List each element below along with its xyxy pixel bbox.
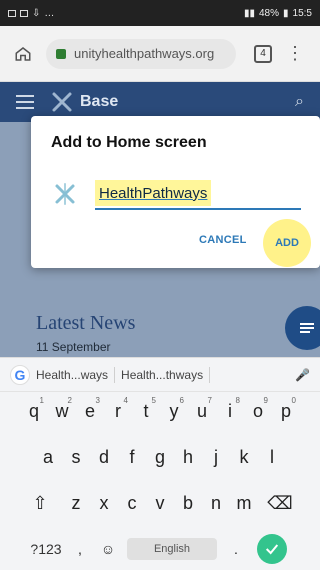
key-v[interactable]: v: [146, 486, 174, 520]
key-number-hint: 3: [95, 396, 100, 405]
key-q[interactable]: q1: [20, 394, 48, 428]
key-l[interactable]: l: [258, 440, 286, 474]
key-x[interactable]: x: [90, 486, 118, 520]
hamburger-icon[interactable]: [16, 95, 34, 109]
tab-switcher-button[interactable]: 4: [254, 44, 272, 63]
lock-icon: [56, 48, 66, 59]
url-text: unityhealthpathways.org: [74, 46, 215, 61]
shortcut-name-field[interactable]: HealthPathways: [95, 178, 301, 210]
battery-percent: 48%: [259, 7, 280, 19]
menu-icon[interactable]: ⋮: [286, 43, 304, 64]
check-icon: [257, 534, 287, 564]
key-j[interactable]: j: [202, 440, 230, 474]
enter-key[interactable]: [250, 532, 294, 566]
key-y[interactable]: y6: [160, 394, 188, 428]
add-to-home-dialog: Add to Home screen HealthPathways CANCEL…: [31, 116, 320, 268]
key-number-hint: 5: [151, 396, 156, 405]
key-number-hint: 7: [207, 396, 212, 405]
soft-keyboard: G Health...ways Health...thways 🎤 q1w2e3…: [0, 357, 320, 570]
backspace-icon[interactable]: ⌫: [258, 486, 302, 520]
key-h[interactable]: h: [174, 440, 202, 474]
download-icon: ⇩: [32, 7, 41, 19]
key-label: t: [143, 400, 149, 421]
key-b[interactable]: b: [174, 486, 202, 520]
cancel-button[interactable]: CANCEL: [199, 234, 247, 246]
status-icons: ⇩ …: [8, 8, 54, 19]
app-shortcut-icon: [53, 182, 77, 206]
key-number-hint: 6: [179, 396, 184, 405]
comma-key[interactable]: ,: [66, 532, 94, 566]
key-label: y: [169, 400, 179, 421]
key-label: o: [252, 400, 263, 421]
key-s[interactable]: s: [62, 440, 90, 474]
key-a[interactable]: a: [34, 440, 62, 474]
shortcut-name-input[interactable]: HealthPathways: [95, 180, 212, 206]
shift-key[interactable]: ⇧: [18, 486, 62, 520]
search-icon[interactable]: ⌕: [295, 93, 304, 111]
key-o[interactable]: o9: [244, 394, 272, 428]
home-icon[interactable]: [10, 41, 36, 67]
browser-toolbar: unityhealthpathways.org 4 ⋮: [0, 26, 320, 82]
key-label: p: [280, 400, 291, 421]
divider: [114, 366, 116, 383]
key-n[interactable]: n: [202, 486, 230, 520]
key-number-hint: 8: [235, 396, 240, 405]
key-p[interactable]: p0: [272, 394, 300, 428]
key-f[interactable]: f: [118, 440, 146, 474]
status-bar: ⇩ … ▮▮ 48% ▮ 15:5: [0, 0, 320, 26]
key-label: w: [55, 400, 69, 421]
suggestion-item[interactable]: Health...ways: [36, 368, 108, 382]
keyboard-row-1: q1w2e3r4t5y6u7i8o9p0: [0, 392, 320, 430]
keyboard-row-4: ?123 , ☺ English .: [0, 530, 320, 568]
clock: 15:5: [292, 7, 312, 19]
emoji-key[interactable]: ☺: [94, 532, 122, 566]
address-bar[interactable]: unityhealthpathways.org: [46, 38, 236, 69]
key-z[interactable]: z: [62, 486, 90, 520]
suggestion-item[interactable]: Health...thways: [121, 368, 203, 382]
keyboard-row-2: asdfghjkl: [0, 438, 320, 476]
key-t[interactable]: t5: [132, 394, 160, 428]
divider: [209, 366, 211, 383]
space-key[interactable]: English: [122, 532, 222, 566]
latest-news-heading: Latest News: [36, 312, 136, 334]
google-icon[interactable]: G: [10, 364, 30, 385]
keyboard-row-3: ⇧ z x c v b n m ⌫: [0, 484, 320, 522]
key-m[interactable]: m: [230, 486, 258, 520]
healthpathways-logo-icon: [50, 90, 74, 114]
key-u[interactable]: u7: [188, 394, 216, 428]
period-key[interactable]: .: [222, 532, 250, 566]
space-label: English: [127, 538, 217, 560]
key-k[interactable]: k: [230, 440, 258, 474]
key-w[interactable]: w2: [48, 394, 76, 428]
key-number-hint: 2: [67, 396, 72, 405]
key-number-hint: 0: [291, 396, 296, 405]
key-number-hint: 1: [39, 396, 44, 405]
key-g[interactable]: g: [146, 440, 174, 474]
key-label: u: [196, 400, 207, 421]
key-d[interactable]: d: [90, 440, 118, 474]
signal-icon: ▮▮: [243, 7, 255, 19]
key-label: r: [115, 400, 121, 421]
key-label: e: [84, 400, 95, 421]
microphone-icon[interactable]: 🎤: [295, 368, 310, 382]
key-i[interactable]: i8: [216, 394, 244, 428]
key-c[interactable]: c: [118, 486, 146, 520]
key-number-hint: 9: [263, 396, 268, 405]
key-number-hint: 4: [123, 396, 128, 405]
suggestion-bar: G Health...ways Health...thways 🎤: [0, 358, 320, 392]
key-label: q: [28, 400, 39, 421]
battery-icon: ▮: [283, 7, 289, 19]
key-e[interactable]: e3: [76, 394, 104, 428]
site-title: Base: [80, 93, 119, 110]
symbols-key[interactable]: ?123: [26, 532, 66, 566]
image-icon: [20, 9, 28, 17]
more-icon: …: [44, 7, 55, 19]
news-date: 11 September: [36, 340, 111, 354]
add-button[interactable]: ADD: [263, 219, 311, 267]
tab-count: 4: [260, 48, 266, 59]
dialog-title: Add to Home screen: [51, 134, 207, 151]
notification-icon: [8, 9, 16, 17]
key-r[interactable]: r4: [104, 394, 132, 428]
key-label: i: [228, 400, 232, 421]
